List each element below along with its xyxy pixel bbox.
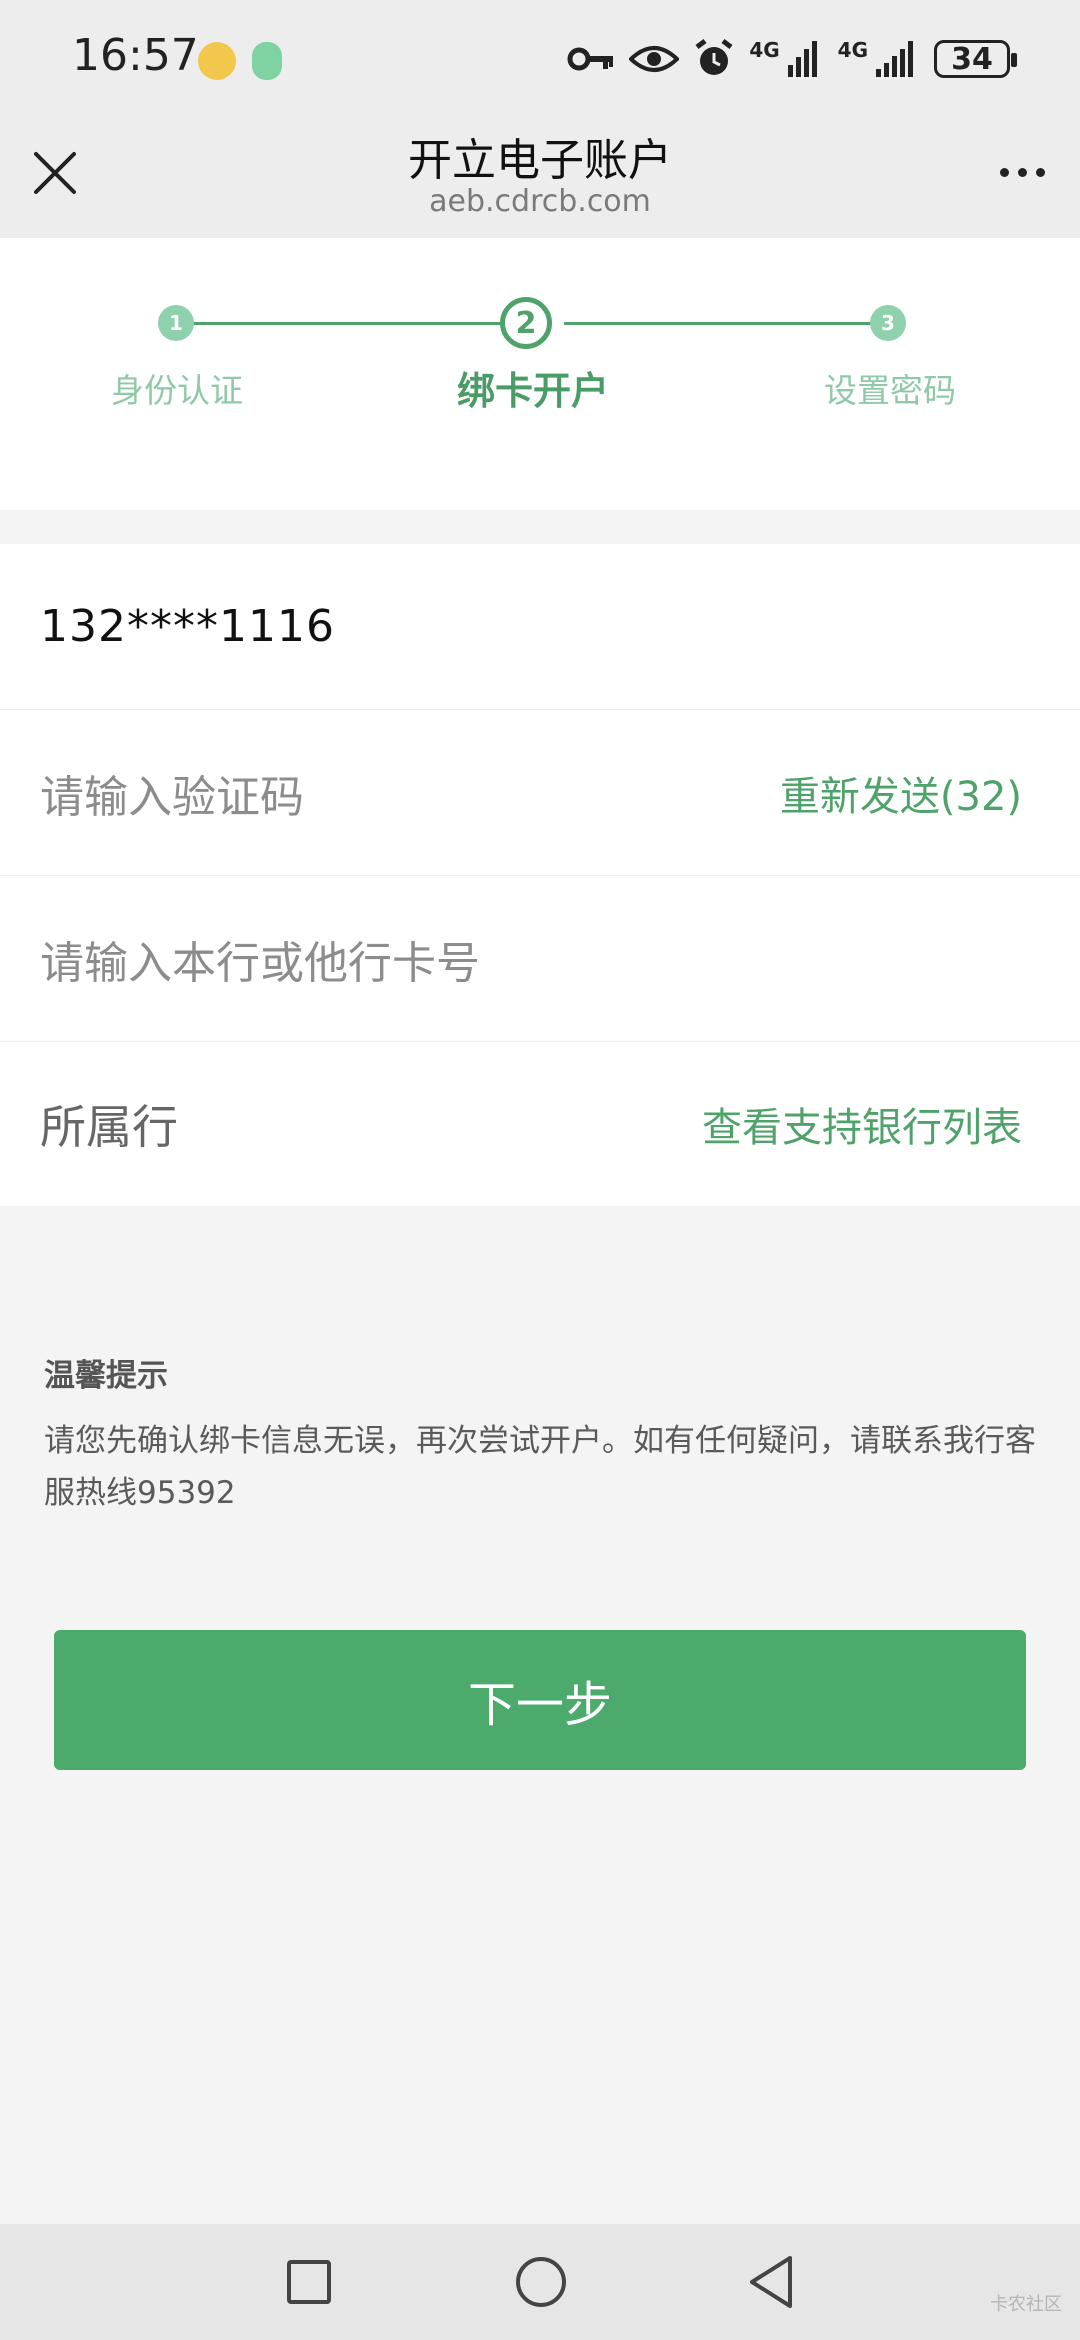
- key-icon: [567, 47, 614, 71]
- phone-row: 132****1116: [0, 544, 1080, 710]
- step-2-label: 绑卡开户: [456, 369, 609, 413]
- signal-icon: [787, 41, 817, 77]
- battery-icon: 34: [934, 40, 1017, 78]
- network-type-label: 4G: [837, 38, 868, 62]
- more-dot: [999, 167, 1009, 177]
- watermark: 卡农社区: [990, 2294, 1062, 2315]
- step-3-label: 设置密码: [824, 371, 956, 410]
- bind-card-form: 132****1116 请输入验证码 重新发送(32) 请输入本行或他行卡号 所…: [0, 544, 1080, 1206]
- step-2-indicator: 2: [500, 297, 552, 349]
- bank-row[interactable]: 所属行 查看支持银行列表: [0, 1042, 1080, 1206]
- card-number-row[interactable]: 请输入本行或他行卡号: [0, 876, 1080, 1042]
- supported-banks-link[interactable]: 查看支持银行列表: [702, 1095, 1022, 1153]
- page-url: aeb.cdrcb.com: [429, 184, 651, 219]
- step-3-indicator: 3: [870, 305, 906, 341]
- step-1-label: 身份认证: [111, 371, 243, 410]
- step-connector: [564, 322, 888, 325]
- status-icons: 4G 4G 34: [567, 34, 1017, 84]
- verification-code-row[interactable]: 请输入验证码 重新发送(32): [0, 710, 1080, 876]
- battery-level: 34: [951, 41, 993, 77]
- network-type-label: 4G: [749, 38, 780, 62]
- back-icon[interactable]: [746, 2254, 796, 2310]
- system-nav-bar: [0, 2224, 1080, 2340]
- tips-title: 温馨提示: [44, 1358, 168, 1394]
- alarm-icon: [695, 39, 733, 75]
- progress-stepper: 1 2 3 身份认证 绑卡开户 设置密码: [0, 238, 1080, 510]
- recent-apps-icon[interactable]: [287, 2260, 331, 2304]
- next-step-button[interactable]: 下一步: [54, 1630, 1026, 1770]
- app-notification-icon: [198, 42, 236, 80]
- page-title: 开立电子账户: [408, 135, 672, 186]
- status-bar: 16:57 4G 4G 34: [0, 0, 1080, 120]
- status-time: 16:57: [72, 30, 199, 81]
- step-1-indicator: 1: [158, 305, 194, 341]
- home-icon[interactable]: [516, 2257, 566, 2307]
- app-notification-icon: [252, 42, 282, 80]
- verification-code-input[interactable]: 请输入验证码: [40, 761, 304, 825]
- more-dot: [1035, 167, 1045, 177]
- more-icon[interactable]: [992, 160, 1052, 184]
- title-bar: 开立电子账户 aeb.cdrcb.com: [0, 120, 1080, 238]
- phone-number-value: 132****1116: [40, 601, 335, 652]
- tips-body: 请您先确认绑卡信息无误，再次尝试开户。如有任何疑问，请联系我行客服热线95392: [44, 1423, 1036, 1511]
- bank-label: 所属行: [40, 1100, 178, 1154]
- more-dot: [1017, 167, 1027, 177]
- card-number-input[interactable]: 请输入本行或他行卡号: [40, 927, 480, 991]
- step-connector: [176, 322, 516, 325]
- signal-icon: [876, 41, 913, 77]
- tips-section: 温馨提示 请您先确认绑卡信息无误，再次尝试开户。如有任何疑问，请联系我行客服热线…: [44, 1350, 1044, 1519]
- resend-code-button[interactable]: 重新发送(32): [780, 764, 1022, 822]
- eye-icon: [629, 46, 680, 72]
